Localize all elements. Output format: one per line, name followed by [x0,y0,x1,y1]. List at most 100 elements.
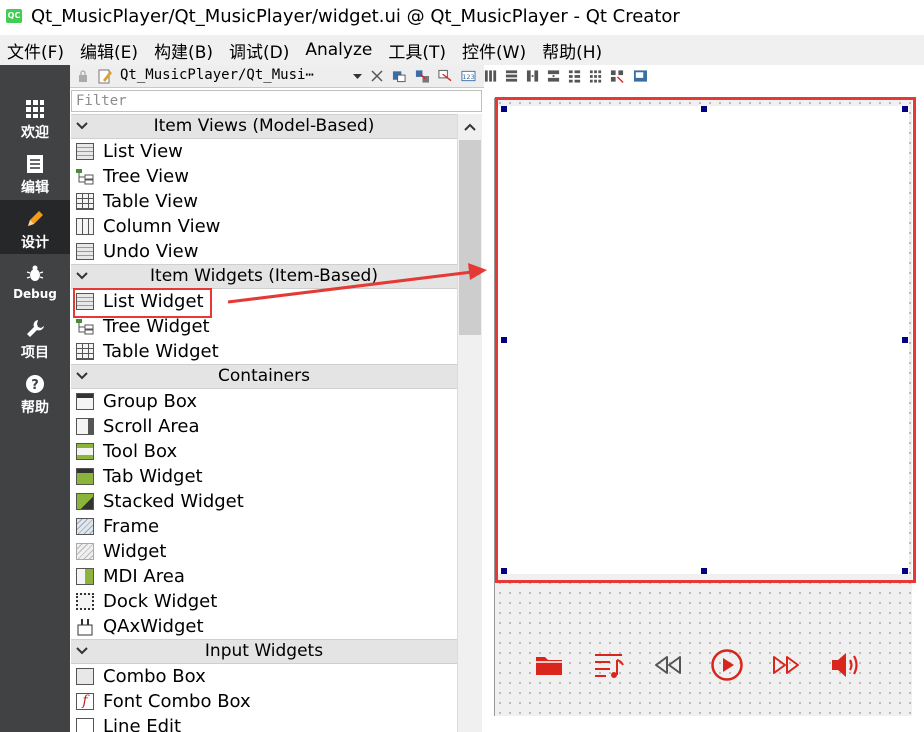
close-icon[interactable] [370,69,384,83]
category-item-widgets[interactable]: Item Widgets (Item-Based) [71,264,457,289]
playlist-icon[interactable] [592,648,626,682]
widget-label: Frame [103,516,160,537]
highlight-canvas-box [495,97,916,583]
edit-widgets-icon[interactable] [392,68,407,84]
mode-edit[interactable]: 编辑 [0,145,70,199]
widget-label: Scroll Area [103,416,200,437]
play-icon[interactable] [710,648,744,682]
edit-signals-icon[interactable] [415,68,430,84]
widget-label: Tree View [103,166,189,187]
widget-frame[interactable]: Frame [71,514,457,539]
editor-toolbar: Qt_MusicPlayer/Qt_Musi⋯ 123 [70,65,648,88]
widget-scroll-area[interactable]: Scroll Area [71,414,457,439]
layout-grid-icon[interactable] [589,68,602,84]
document-icon [27,155,43,173]
chevron-down-icon[interactable] [353,72,362,81]
category-item-views[interactable]: Item Views (Model-Based) [71,114,457,139]
table-widget-icon [76,343,94,360]
tab-widget-icon [76,468,94,485]
widget-qaxwidget[interactable]: QAxWidget [71,614,457,639]
pencil-icon [28,211,43,226]
menu-debug[interactable]: 调试(D) [227,38,291,63]
widget-line-edit[interactable]: Line Edit [71,714,457,732]
layout-horizontal-icon[interactable] [484,68,497,84]
menu-help[interactable]: 帮助(H) [540,38,604,63]
category-input-widgets[interactable]: Input Widgets [71,639,457,664]
widget-table-view[interactable]: Table View [71,189,457,214]
file-edit-icon [98,69,112,84]
category-containers[interactable]: Containers [71,364,457,389]
edit-tab-order-icon[interactable]: 123 [461,68,476,84]
category-title: Input Widgets [204,641,324,661]
menu-widgets[interactable]: 控件(W) [460,38,528,63]
widget-undo-view[interactable]: Undo View [71,239,457,264]
volume-icon[interactable] [828,648,862,682]
menu-file[interactable]: 文件(F) [5,38,66,63]
widget-stacked-widget[interactable]: Stacked Widget [71,489,457,514]
mode-welcome[interactable]: 欢迎 [0,90,70,144]
menu-analyze[interactable]: Analyze [303,40,374,60]
tool-box-icon [76,443,94,460]
highlight-list-widget-box [73,288,212,318]
widget-list-view[interactable]: List View [71,139,457,164]
qt-creator-icon: QC [6,9,22,23]
mode-label: 编辑 [21,180,49,196]
widget-combo-box[interactable]: Combo Box [71,664,457,689]
menu-tools[interactable]: 工具(T) [386,38,448,63]
dock-widget-icon [76,593,94,610]
previous-icon[interactable] [651,648,685,682]
mode-debug[interactable]: Debug [0,255,70,309]
widget-label: Widget [103,541,167,562]
layout-horizontal-splitter-icon[interactable] [526,68,539,84]
next-icon[interactable] [769,648,803,682]
menu-build[interactable]: 构建(B) [152,38,215,63]
widget-font-combo-box[interactable]: f Font Combo Box [71,689,457,714]
widget-table-widget[interactable]: Table Widget [71,339,457,364]
widget-widget[interactable]: Widget [71,539,457,564]
break-layout-icon[interactable] [610,68,625,84]
folder-icon[interactable] [532,648,566,682]
category-title: Containers [218,366,310,386]
mode-selector: 欢迎 编辑 设计 Debug 项目 ? 帮助 [0,65,70,732]
widget-filter-input[interactable]: Filter [71,90,482,112]
widget-dock-widget[interactable]: Dock Widget [71,589,457,614]
widget-label: Tab Widget [103,466,203,487]
edit-buddies-icon[interactable] [438,68,453,84]
widget-tab-widget[interactable]: Tab Widget [71,464,457,489]
widget-tool-box[interactable]: Tool Box [71,439,457,464]
mdi-area-icon [76,568,94,585]
widget-label: Group Box [103,391,197,412]
widget-group-box[interactable]: Group Box [71,389,457,414]
widget-label: Table Widget [103,341,219,362]
tree-view-icon [76,169,94,185]
chevron-down-icon [76,272,88,280]
open-file-combo[interactable]: Qt_MusicPlayer/Qt_Musi⋯ [120,67,314,83]
chevron-up-icon[interactable] [463,120,477,134]
widget-column-view[interactable]: Column View [71,214,457,239]
mode-design[interactable]: 设计 [0,200,70,254]
mode-label: 欢迎 [21,125,49,141]
layout-vertical-splitter-icon[interactable] [547,68,560,84]
scroll-area-icon [76,418,94,435]
wrench-icon [27,320,44,337]
grid-icon [26,100,44,118]
mode-help[interactable]: ? 帮助 [0,365,70,419]
widget-label: Dock Widget [103,591,218,612]
layout-vertical-icon[interactable] [505,68,518,84]
mode-projects[interactable]: 项目 [0,310,70,364]
window-title: Qt_MusicPlayer/Qt_MusicPlayer/widget.ui … [31,6,680,27]
layout-form-icon[interactable] [568,68,581,84]
adjust-size-icon[interactable] [633,68,648,84]
widget-label: Line Edit [103,716,182,732]
widget-label: List View [103,141,183,162]
mode-label: 项目 [21,345,49,361]
font-combo-box-icon: f [76,693,94,710]
chevron-down-icon [76,122,88,130]
widget-label: Stacked Widget [103,491,244,512]
menu-edit[interactable]: 编辑(E) [78,38,140,63]
widget-mdi-area[interactable]: MDI Area [71,564,457,589]
scroll-thumb[interactable] [459,140,481,335]
widget-box-scrollbar[interactable] [457,114,482,732]
widget-label: Undo View [103,241,199,262]
widget-tree-view[interactable]: Tree View [71,164,457,189]
